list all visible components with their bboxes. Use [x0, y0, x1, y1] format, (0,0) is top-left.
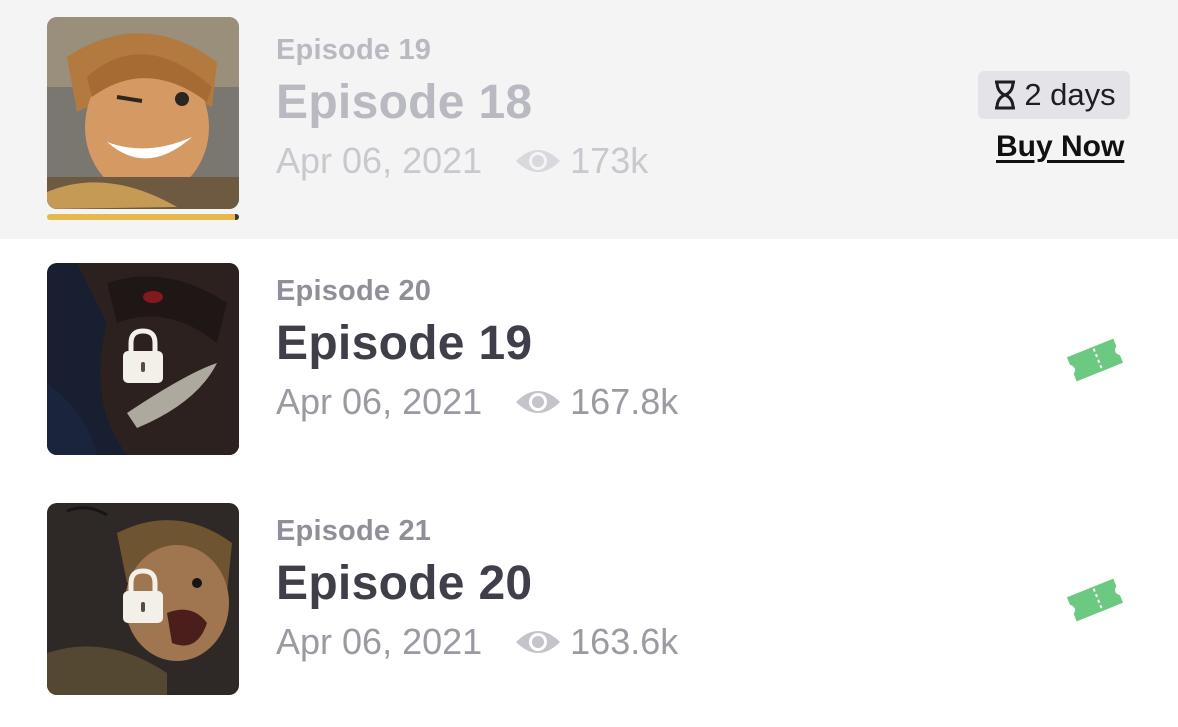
episode-date: Apr 06, 2021	[276, 621, 483, 662]
episode-row[interactable]: Episode 21 Episode 20 Apr 06, 2021 163.6…	[0, 479, 1178, 727]
episode-meta: Episode 20 Episode 19 Apr 06, 2021 167.8…	[276, 275, 678, 423]
episode-list: Episode 19 Episode 18 Apr 06, 2021 173k …	[0, 0, 1178, 727]
lock-icon	[123, 568, 163, 623]
buy-now-link[interactable]: Buy Now	[996, 130, 1124, 164]
hourglass-icon	[995, 80, 1016, 110]
episode-views: 167.8k	[570, 381, 679, 422]
lock-icon	[123, 328, 163, 383]
episode-title: Episode 18	[276, 76, 533, 129]
eye-icon	[516, 150, 561, 172]
episode-views: 163.6k	[570, 621, 679, 662]
episode-subtitle: Episode 21	[276, 515, 432, 547]
timer-label: 2 days	[1024, 77, 1116, 112]
episode-title: Episode 20	[276, 557, 533, 610]
wait-timer-badge: 2 days	[978, 71, 1130, 119]
episode-title: Episode 19	[276, 317, 533, 370]
eye-icon	[516, 391, 561, 413]
episode-meta: Episode 21 Episode 20 Apr 06, 2021 163.6…	[276, 515, 678, 663]
eye-icon	[516, 631, 561, 653]
episode-meta: Episode 19 Episode 18 Apr 06, 2021 173k	[276, 34, 648, 182]
ticket-icon[interactable]	[1066, 575, 1124, 625]
episode-subtitle: Episode 19	[276, 34, 432, 66]
episode-views: 173k	[570, 140, 649, 181]
episode-thumbnail	[47, 263, 239, 455]
episode-thumbnail	[47, 503, 239, 695]
read-progress-bar	[47, 214, 239, 220]
episode-date: Apr 06, 2021	[276, 381, 483, 422]
episode-date: Apr 06, 2021	[276, 140, 483, 181]
episode-subtitle: Episode 20	[276, 275, 432, 307]
ticket-icon[interactable]	[1066, 335, 1124, 385]
episode-row[interactable]: Episode 19 Episode 18 Apr 06, 2021 173k …	[0, 0, 1178, 239]
episode-row[interactable]: Episode 20 Episode 19 Apr 06, 2021 167.8…	[0, 239, 1178, 479]
episode-thumbnail	[47, 17, 239, 209]
